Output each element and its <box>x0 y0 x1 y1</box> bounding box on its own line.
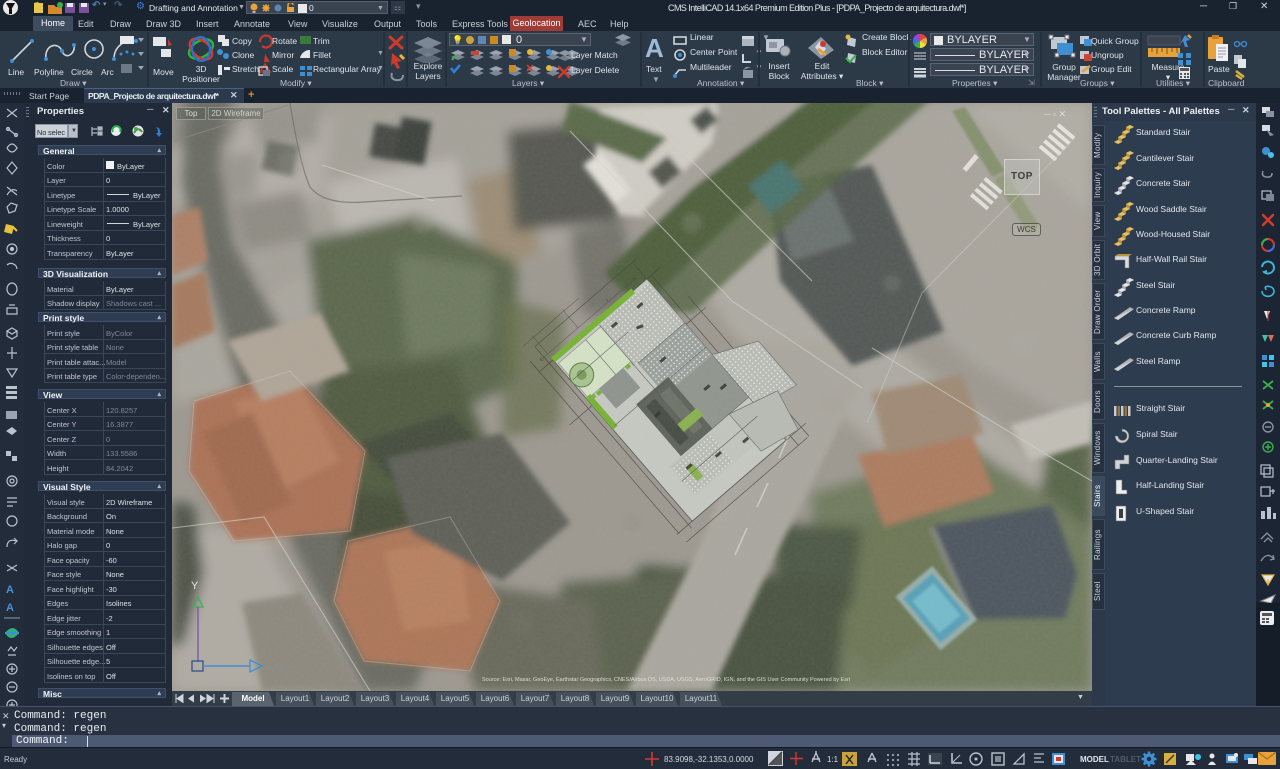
svg-text:1:1: 1:1 <box>827 755 839 764</box>
svg-text:X: X <box>274 661 282 673</box>
svg-text:A: A <box>6 584 14 596</box>
svg-text:Y: Y <box>191 580 199 592</box>
svg-text:Source: Esri, Maxar, GeoEye, E: Source: Esri, Maxar, GeoEye, Earthstar G… <box>482 677 850 683</box>
svg-text:A: A <box>6 602 14 614</box>
